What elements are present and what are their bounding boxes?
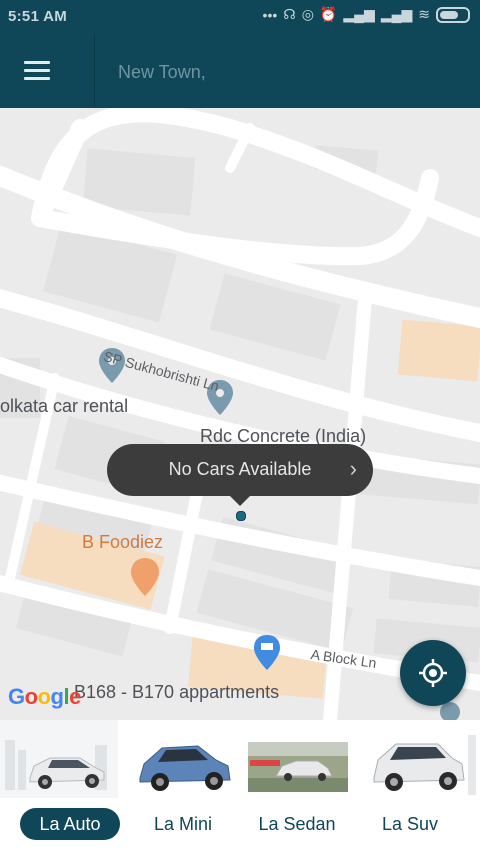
- signal-icon: ▂▄▆: [343, 6, 375, 22]
- signal-icon: ▂▄▆: [380, 6, 413, 22]
- sedan-car-icon[interactable]: [240, 720, 358, 798]
- callout-tip: [230, 496, 250, 506]
- map-label-place3: B Foodiez: [82, 532, 164, 552]
- app-bar: New Town,: [0, 34, 480, 108]
- pickup-location-dot: [236, 511, 246, 521]
- battery-icon: [436, 6, 470, 23]
- location-icon: ◎: [301, 6, 314, 22]
- chevron-right-icon: ›: [349, 456, 357, 481]
- tab-la-mini[interactable]: La Mini: [140, 808, 226, 840]
- no-cars-callout[interactable]: No Cars Available ›: [107, 444, 373, 506]
- tab-la-auto[interactable]: La Auto: [20, 808, 120, 840]
- map-label-place1: olkata car rental: [0, 396, 129, 416]
- map-label-place4: B168 - B170 appartments: [74, 682, 280, 702]
- my-location-button[interactable]: [400, 640, 466, 706]
- wifi-icon: ≋: [418, 6, 430, 22]
- tab-la-sedan[interactable]: La Sedan: [248, 808, 346, 840]
- headphones-icon: ☊: [283, 6, 296, 22]
- mini-car-icon[interactable]: [120, 720, 238, 798]
- car-type-tabs: La Auto La Mini La Sedan La Suv: [0, 798, 480, 853]
- more-dots-icon: •••: [262, 6, 278, 23]
- hatchback-car-icon[interactable]: [0, 720, 118, 798]
- suv-car-icon[interactable]: [360, 720, 478, 798]
- callout-text: No Cars Available: [168, 459, 312, 479]
- header-divider: [94, 34, 95, 108]
- status-time: 5:51 AM: [8, 8, 68, 25]
- crosshair-icon: [419, 659, 447, 687]
- car-type-images: [0, 720, 480, 798]
- alarm-icon: ⏰: [319, 6, 338, 22]
- map-view[interactable]: SP Sukhobrishti Ln olkata car rental Rdc…: [0, 108, 480, 720]
- tab-la-suv[interactable]: La Suv: [370, 808, 450, 840]
- location-field[interactable]: New Town,: [118, 62, 206, 83]
- menu-icon[interactable]: [24, 59, 50, 83]
- status-icons: ••• ☊ ◎ ⏰ ▂▄▆ ▂▄▆ ≋: [263, 6, 470, 23]
- status-bar: 5:51 AM ••• ☊ ◎ ⏰ ▂▄▆ ▂▄▆ ≋: [0, 0, 480, 34]
- google-logo: Google: [8, 684, 81, 709]
